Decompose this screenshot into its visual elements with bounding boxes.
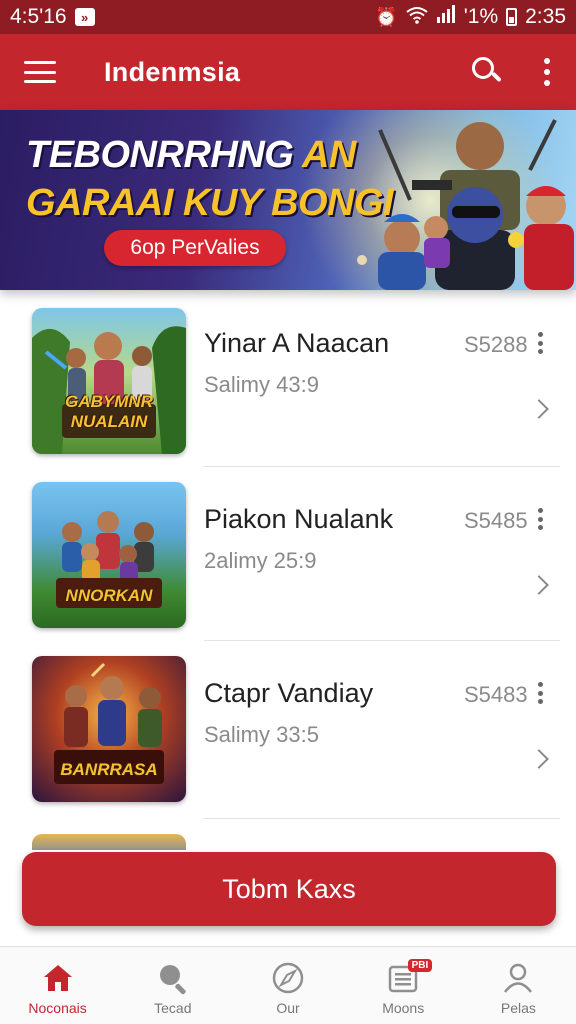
list-item[interactable]: NNORKAN Piakon Nualank 2alimy 25:9 S5485 (0, 466, 576, 641)
game-thumbnail-title: NNORKAN (65, 586, 153, 605)
nav-label: Pelas (500, 1000, 536, 1016)
game-code: S5288 (464, 332, 528, 357)
game-thumbnail-partial[interactable] (32, 834, 186, 850)
wifi-icon (406, 6, 428, 29)
list-item[interactable]: GABYMNR NUALAIN Yinar A Naacan Salimy 43… (0, 290, 576, 467)
thumbnail-art (54, 662, 164, 784)
notification-badge: PBI (407, 959, 433, 972)
chevron-right-icon[interactable] (529, 575, 549, 595)
more-vert-icon[interactable] (536, 682, 544, 704)
game-subtitle: Salimy 43:9 (204, 372, 319, 397)
game-title[interactable]: Piakon Nualank (204, 504, 393, 535)
banner-headline-accent: AN (301, 134, 356, 176)
nav-item-our[interactable]: Our (230, 947, 345, 1024)
status-time-left: 4:5'16 (10, 5, 67, 28)
divider (204, 818, 560, 819)
nav-item-profile[interactable]: Pelas (461, 947, 576, 1024)
search-icon (156, 961, 190, 995)
more-vert-icon[interactable] (536, 332, 544, 354)
game-title[interactable]: Yinar A Naacan (204, 328, 389, 359)
game-thumbnail-title: GABYMNR NUALAIN (65, 392, 153, 431)
app-screen: 4:5'16 » ⏰ '1% 2:35 Indenmsia TEBONRRHNG… (0, 0, 576, 1024)
game-thumbnail[interactable]: NNORKAN (32, 482, 186, 628)
search-icon[interactable] (470, 55, 504, 89)
chevron-right-icon[interactable] (529, 749, 549, 769)
battery-icon (506, 8, 518, 26)
thumbnail-art (32, 326, 186, 454)
nav-label: Tecad (154, 1000, 192, 1016)
banner-headline-main: TEBONRRHNG (26, 134, 302, 176)
signal-text: '1% (463, 5, 499, 28)
nav-item-moons[interactable]: PBI Moons (346, 947, 461, 1024)
menu-icon[interactable] (24, 61, 56, 83)
game-subtitle: Salimy 33:5 (204, 722, 319, 747)
home-icon (41, 961, 75, 995)
game-list: GABYMNR NUALAIN Yinar A Naacan Salimy 43… (0, 290, 576, 850)
banner-cta-button[interactable]: 6op PerValies (104, 230, 286, 266)
nav-item-home[interactable]: Noconais (0, 947, 115, 1024)
nav-item-search[interactable]: Tecad (115, 947, 230, 1024)
status-time-right: 2:35 (525, 5, 566, 28)
app-bar: Indenmsia (0, 34, 576, 110)
game-thumbnail[interactable]: BANRRASA (32, 656, 186, 802)
more-vert-icon[interactable] (542, 58, 552, 86)
more-vert-icon[interactable] (536, 508, 544, 530)
nav-label: Moons (382, 1000, 425, 1016)
nav-label: Our (276, 1000, 300, 1016)
game-code: S5483 (464, 682, 528, 707)
status-left: 4:5'16 » (10, 5, 95, 29)
list-item[interactable]: BANRRASA Ctapr Vandiay Salimy 33:5 S5483 (0, 640, 576, 819)
thumbnail-art (56, 511, 162, 608)
alarm-icon: ⏰ (375, 6, 398, 27)
game-title[interactable]: Ctapr Vandiay (204, 678, 373, 709)
bottom-navigation: Noconais Tecad Our PBI Moons Pelas (0, 946, 576, 1024)
person-icon (501, 961, 535, 995)
signal-icon (436, 5, 456, 29)
promo-banner[interactable]: TEBONRRHNG AN GARAAI KUY BONGI 6op PerVa… (0, 110, 576, 290)
game-subtitle: 2alimy 25:9 (204, 548, 317, 573)
status-right: ⏰ '1% 2:35 (375, 5, 566, 29)
nav-label: Noconais (28, 1000, 87, 1016)
primary-cta-button[interactable]: Tobm Kaxs (22, 852, 556, 926)
game-code: S5485 (464, 508, 528, 533)
game-thumbnail[interactable]: GABYMNR NUALAIN (32, 308, 186, 454)
banner-headline-line1: TEBONRRHNG AN (26, 134, 356, 177)
game-thumbnail-title: BANRRASA (60, 760, 158, 779)
compass-icon (271, 961, 305, 995)
status-bar: 4:5'16 » ⏰ '1% 2:35 (0, 0, 576, 34)
banner-headline-line2: GARAAI KUY BONGI (26, 182, 394, 224)
app-title: Indenmsia (104, 56, 241, 87)
notification-icon: » (74, 8, 95, 26)
chevron-right-icon[interactable] (529, 399, 549, 419)
